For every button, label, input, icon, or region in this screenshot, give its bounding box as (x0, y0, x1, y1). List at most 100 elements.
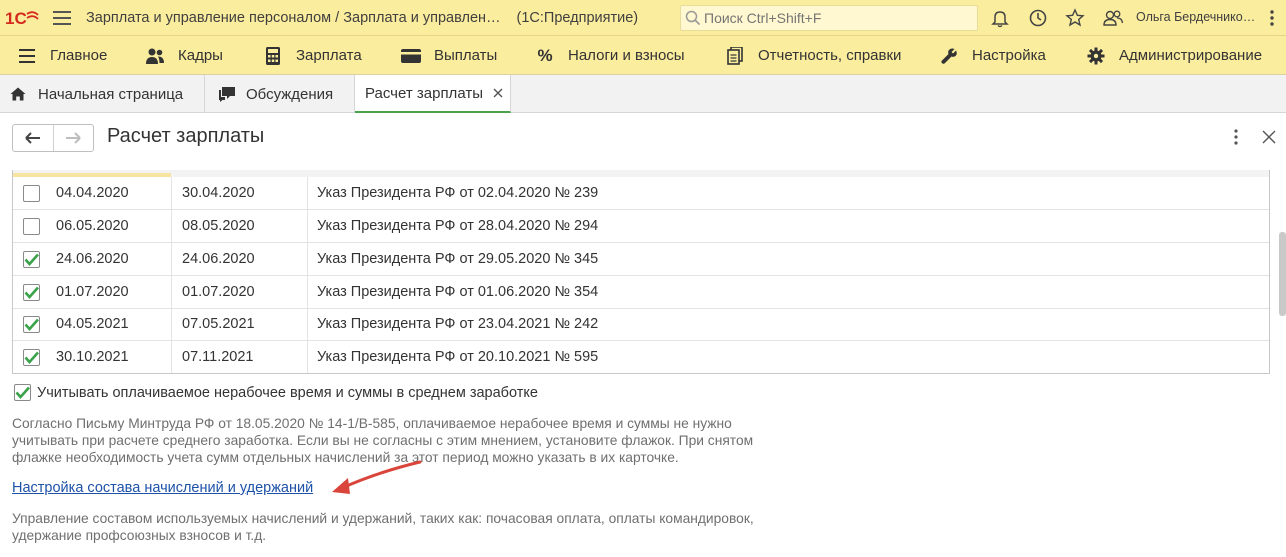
more-actions-icon[interactable] (1228, 128, 1244, 146)
document-cell: Указ Президента РФ от 29.05.2020 № 345 (317, 251, 599, 267)
section-label: Выплаты (434, 47, 498, 64)
section-admin[interactable]: Администрирование (1085, 36, 1262, 75)
row-checkbox[interactable] (23, 243, 40, 275)
date-from-cell: 30.10.2021 (56, 349, 129, 365)
row-checkbox[interactable] (23, 341, 40, 373)
section-label: Кадры (178, 47, 223, 64)
close-tab-icon[interactable] (493, 88, 503, 98)
date-from-cell: 04.04.2020 (56, 185, 129, 201)
section-label: Налоги и взносы (568, 47, 685, 64)
section-label: Отчетность, справки (758, 47, 902, 64)
document-cell: Указ Президента РФ от 01.06.2020 № 354 (317, 284, 599, 300)
hint-text-line: Согласно Письму Минтруда РФ от 18.05.202… (12, 416, 732, 431)
bell-icon[interactable] (988, 6, 1012, 30)
hint-text-line: учитывать при расчете среднего заработка… (12, 433, 754, 448)
svg-text:1С: 1С (5, 9, 27, 27)
document-cell: Указ Президента РФ от 23.04.2021 № 242 (317, 316, 599, 332)
checkbox[interactable] (23, 315, 40, 333)
document-cell: Указ Президента РФ от 20.10.2021 № 595 (317, 349, 599, 365)
section-hr[interactable]: Кадры (144, 36, 223, 75)
close-form-icon[interactable] (1260, 128, 1278, 146)
section-label: Настройка (972, 47, 1046, 64)
history-icon[interactable] (1026, 6, 1050, 30)
wallet-icon (400, 45, 422, 67)
section-reports[interactable]: Отчетность, справки (724, 36, 901, 75)
star-icon[interactable] (1063, 6, 1087, 30)
global-search[interactable] (680, 5, 978, 31)
section-main[interactable]: Главное (16, 36, 107, 75)
date-from-cell: 01.07.2020 (56, 284, 129, 300)
arrow-left-icon (25, 132, 40, 144)
app-platform: (1С:Предприятие) (516, 9, 639, 26)
checkmark-icon (24, 286, 39, 299)
app-logo[interactable]: 1С (0, 0, 44, 36)
checkbox[interactable] (23, 283, 40, 301)
checkbox[interactable] (23, 348, 40, 366)
annotation-arrow (332, 460, 422, 494)
chat-icon (219, 87, 235, 102)
section-label: Главное (50, 47, 108, 64)
tab-label: Обсуждения (246, 85, 334, 103)
user-name[interactable]: Ольга Бердечнико… (1136, 10, 1255, 24)
calculator-icon (262, 45, 284, 67)
row-checkbox[interactable] (23, 177, 40, 209)
document-cell: Указ Президента РФ от 02.04.2020 № 239 (317, 185, 599, 201)
tab-label: Расчет зарплаты (365, 84, 483, 102)
window-menu-icon[interactable] (1260, 6, 1284, 30)
checkbox[interactable] (23, 184, 40, 202)
option-label: Учитывать оплачиваемое нерабочее время и… (37, 384, 538, 401)
date-from-cell: 04.05.2021 (56, 316, 129, 332)
people-icon (144, 45, 166, 67)
tab-discussions[interactable]: Обсуждения (205, 75, 355, 113)
row-checkbox[interactable] (23, 276, 40, 308)
description-text-line: Управление составом используемых начисле… (12, 511, 754, 526)
section-label: Зарплата (296, 47, 362, 64)
include-nonworking-option[interactable]: Учитывать оплачиваемое нерабочее время и… (14, 384, 538, 401)
back-button[interactable] (13, 125, 53, 151)
description-text-line: удержание профсоюзных взносов и т.д. (12, 528, 267, 543)
checkmark-icon (15, 386, 30, 399)
checkbox[interactable] (23, 250, 40, 268)
forward-button[interactable] (52, 125, 93, 151)
table-row[interactable]: 30.10.2021 07.11.2021 Указ Президента РФ… (13, 341, 1269, 373)
section-salary[interactable]: Зарплата (262, 36, 362, 75)
checkbox[interactable] (23, 217, 40, 235)
table-row[interactable]: 06.05.2020 08.05.2020 Указ Президента РФ… (13, 210, 1269, 243)
section-payments[interactable]: Выплаты (400, 36, 497, 75)
page-scrollbar[interactable] (1279, 232, 1286, 316)
table-header (13, 170, 1269, 177)
accruals-settings-link[interactable]: Настройка состава начислений и удержаний (12, 480, 313, 496)
section-label: Администрирование (1119, 47, 1263, 64)
table-row[interactable]: 24.06.2020 24.06.2020 Указ Президента РФ… (13, 243, 1269, 276)
tab-home[interactable]: Начальная страница (0, 75, 205, 113)
page-title: Расчет зарплаты (107, 125, 265, 147)
table-row[interactable]: 01.07.2020 01.07.2020 Указ Президента РФ… (13, 276, 1269, 309)
document-cell: Указ Президента РФ от 28.04.2020 № 294 (317, 218, 599, 234)
title-bar: 1С Зарплата и управление персоналом / За… (0, 0, 1286, 36)
tab-label: Начальная страница (38, 85, 184, 103)
date-from-cell: 24.06.2020 (56, 251, 129, 267)
app-title: Зарплата и управление персоналом / Зарпл… (86, 9, 501, 26)
navigation-buttons (12, 124, 94, 152)
section-settings[interactable]: Настройка (938, 36, 1046, 75)
checkmark-icon (24, 318, 39, 331)
users-icon[interactable] (1101, 6, 1125, 30)
sections-bar: Главное Кадры Зарплата Выплаты % Налоги … (0, 36, 1286, 75)
search-input[interactable] (704, 10, 964, 26)
section-taxes[interactable]: % Налоги и взносы (534, 36, 685, 75)
date-to-cell: 24.06.2020 (182, 251, 255, 267)
main-menu-icon[interactable] (44, 0, 80, 36)
table-row[interactable]: 04.05.2021 07.05.2021 Указ Президента РФ… (13, 308, 1269, 341)
row-checkbox[interactable] (23, 210, 40, 242)
tab-salary-calc[interactable]: Расчет зарплаты (355, 75, 511, 113)
holidays-table: 04.04.2020 30.04.2020 Указ Президента РФ… (12, 170, 1270, 374)
search-icon (685, 10, 701, 26)
tab-bar: Начальная страница Обсуждения Расчет зар… (0, 75, 1286, 113)
table-row[interactable]: 04.04.2020 30.04.2020 Указ Президента РФ… (13, 177, 1269, 210)
include-nonworking-checkbox[interactable] (14, 384, 31, 401)
documents-icon (724, 45, 746, 67)
wrench-icon (938, 45, 960, 67)
row-checkbox[interactable] (23, 308, 40, 340)
date-to-cell: 07.05.2021 (182, 316, 255, 332)
checkmark-icon (24, 351, 39, 364)
